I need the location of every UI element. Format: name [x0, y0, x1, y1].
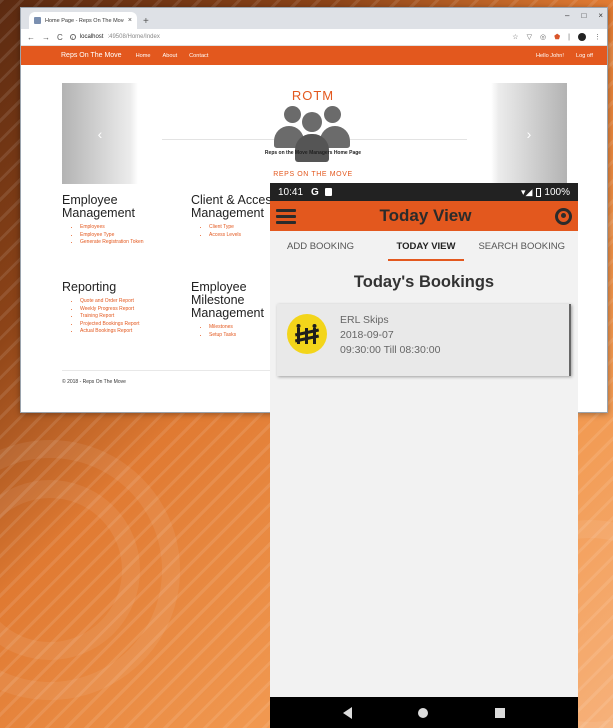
greeting-link[interactable]: Hello John!: [536, 53, 564, 59]
menu-icon[interactable]: ⋮: [594, 33, 601, 41]
browser-tab[interactable]: Home Page - Reps On The Move ×: [29, 12, 137, 29]
link-generate-token[interactable]: Generate Registration Token: [80, 239, 182, 247]
chevron-right-icon: ›: [526, 125, 532, 142]
logoff-link[interactable]: Log off: [576, 53, 593, 59]
divider: |: [568, 33, 570, 41]
address-bar: ← → C i localhost:49508/Home/Index ☆ ▽ ◎…: [21, 29, 607, 46]
extension-icon[interactable]: ▽: [527, 33, 532, 41]
chevron-left-icon: ‹: [97, 125, 103, 142]
browser-tab-title: Home Page - Reps On The Move: [45, 17, 124, 24]
minimize-button[interactable]: –: [565, 11, 569, 20]
maximize-button[interactable]: □: [581, 11, 586, 20]
nav-home[interactable]: Home: [136, 53, 151, 59]
extension-toolbar: ☆ ▽ ◎ ⬟ | ⋮: [512, 33, 601, 41]
booking-tabs: ADD BOOKING TODAY VIEW SEARCH BOOKING: [270, 231, 578, 261]
link-employee-type[interactable]: Employee Type: [80, 232, 182, 240]
star-icon[interactable]: ☆: [512, 33, 518, 41]
site-footer: © 2018 - Reps On The Move: [62, 379, 126, 385]
list-title: Today's Bookings: [353, 273, 495, 291]
carousel: ‹ › ROTM Reps on the Move Managers Home …: [62, 83, 567, 184]
section-title: Employee Management: [62, 193, 135, 220]
sd-card-icon: [324, 188, 332, 196]
booking-date: 2018-09-07: [340, 329, 394, 341]
carousel-next-button[interactable]: ›: [491, 83, 567, 184]
tab-add-booking[interactable]: ADD BOOKING: [270, 231, 380, 261]
tab-search-booking[interactable]: SEARCH BOOKING: [472, 231, 578, 261]
rotm-logo: ROTM Reps on the Move Managers Home Page…: [258, 88, 368, 183]
people-icon: [258, 104, 368, 162]
app-bar: Today View: [270, 201, 578, 231]
status-bar: 10:41 G ▾◢ 100%: [270, 183, 578, 201]
back-icon[interactable]: [343, 706, 353, 719]
signal-icon: ▾◢: [520, 186, 533, 197]
status-time: 10:41: [278, 186, 304, 198]
app-title: Today View: [379, 206, 472, 225]
link-employees[interactable]: Employees: [80, 224, 182, 232]
tab-close-icon[interactable]: ×: [128, 17, 132, 24]
new-tab-button[interactable]: +: [143, 16, 149, 27]
shield-icon[interactable]: ⬟: [554, 33, 560, 41]
site-brand[interactable]: Reps On The Move: [61, 52, 122, 59]
google-icon: G: [311, 186, 319, 198]
site-navbar: Reps On The Move Home About Contact Hell…: [21, 46, 607, 65]
section-title: Reporting: [62, 280, 117, 294]
booking-time: 09:30:00 Till 08:30:00: [340, 344, 441, 356]
url-host: localhost: [79, 34, 104, 40]
carousel-caption: Reps on the Move Managers Home Page: [264, 150, 362, 156]
link-actual-bookings-report[interactable]: Actual Bookings Report: [80, 328, 182, 336]
section-milestone-management: Employee Milestone Management Milestones…: [191, 281, 281, 339]
close-window-button[interactable]: ×: [598, 11, 603, 20]
link-quote-order-report[interactable]: Quote and Order Report: [80, 298, 182, 306]
section-employee-management: Employee Management Employees Employee T…: [62, 194, 182, 247]
battery-level: 100%: [544, 186, 570, 198]
profile-icon[interactable]: [555, 207, 572, 225]
back-arrow-icon[interactable]: ←: [27, 33, 35, 42]
booking-name: ERL Skips: [340, 314, 389, 326]
tab-today-view[interactable]: TODAY VIEW: [380, 231, 473, 261]
window-controls: – □ ×: [565, 11, 603, 20]
section-title: Employee Milestone Management: [191, 280, 264, 320]
favicon-icon: [34, 17, 41, 24]
hamburger-icon[interactable]: [276, 208, 296, 224]
info-icon[interactable]: i: [69, 34, 76, 40]
phone-screen: 10:41 G ▾◢ 100% Today View ADD BOOKING T…: [270, 183, 578, 728]
booking-card[interactable]: ERL Skips 2018-09-07 09:30:00 Till 08:30…: [277, 304, 571, 376]
booking-details: ERL Skips 2018-09-07 09:30:00 Till 08:30…: [340, 313, 440, 358]
section-reporting: Reporting Quote and Order Report Weekly …: [62, 281, 182, 336]
extension-icon-2[interactable]: ◎: [540, 33, 546, 41]
nav-contact[interactable]: Contact: [189, 53, 208, 59]
link-projected-bookings-report[interactable]: Projected Bookings Report: [80, 321, 182, 329]
link-training-report[interactable]: Training Report: [80, 313, 182, 321]
forward-arrow-icon[interactable]: →: [42, 33, 50, 42]
home-icon[interactable]: [418, 707, 429, 718]
profile-avatar[interactable]: [578, 33, 586, 41]
link-weekly-progress-report[interactable]: Weekly Progress Report: [80, 306, 182, 314]
carousel-prev-button[interactable]: ‹: [62, 83, 138, 184]
battery-icon: [536, 187, 542, 197]
roadwork-icon: [287, 314, 327, 354]
recents-icon[interactable]: [494, 707, 505, 718]
url-field[interactable]: i localhost:49508/Home/Index: [69, 34, 506, 40]
url-path: :49508/Home/Index: [107, 34, 160, 40]
nav-about[interactable]: About: [163, 53, 178, 59]
android-nav-bar: [270, 697, 578, 728]
logo-text: ROTM: [291, 88, 335, 103]
tab-strip: Home Page - Reps On The Move × + – □ ×: [21, 8, 607, 29]
reload-icon[interactable]: C: [57, 33, 63, 42]
logo-tagline: REPS ON THE MOVE: [273, 171, 353, 178]
